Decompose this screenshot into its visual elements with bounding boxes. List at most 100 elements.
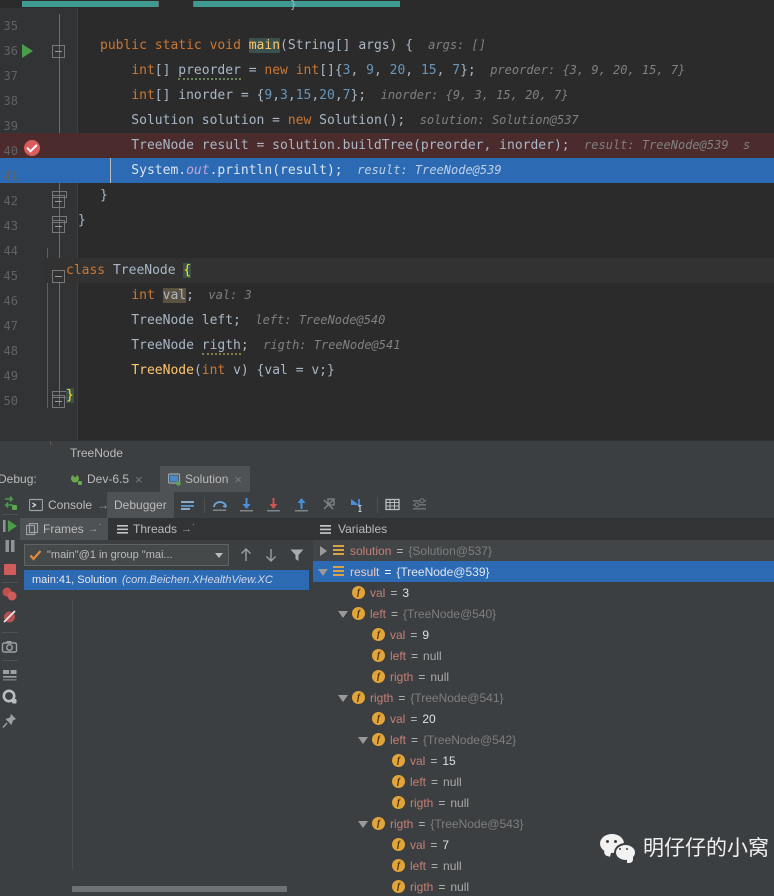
frames-list[interactable]: main:41, Solution (com.Beichen.XHealthVi… [24,570,309,592]
stop-icon[interactable] [1,560,19,578]
code-line-45[interactable]: class TreeNode { [66,258,762,283]
variable-row[interactable]: f val = 3 [313,582,774,603]
variable-row[interactable]: f val = 15 [313,750,774,771]
tab-solution[interactable]: Solution × [160,466,250,492]
scrollbar-thumb[interactable] [72,886,287,892]
force-step-into-icon[interactable] [266,497,282,513]
code-editor[interactable]: } 35 36 37 38 39 40 41 42 43 44 45 46 47… [0,0,774,440]
view-breakpoints-icon[interactable] [1,586,19,604]
get-thread-dump-icon[interactable] [1,638,19,656]
collapse-arrow-icon[interactable] [337,607,350,620]
breakpoint-icon[interactable] [24,140,40,156]
chevron-down-icon[interactable] [215,553,223,558]
code-line-38[interactable]: int[] inorder = {9,3,15,20,7}; inorder: … [100,83,774,108]
variable-row[interactable]: result = {TreeNode@539} [313,561,774,582]
variable-row[interactable]: f left = null [313,771,774,792]
close-icon[interactable]: × [135,472,143,487]
layout-icon[interactable] [1,666,19,684]
code-line-50[interactable]: } [66,383,762,408]
code-line-49[interactable]: TreeNode(int v) {val = v;} [100,358,774,383]
variable-row[interactable]: f rigth = {TreeNode@543} [313,813,774,834]
code-line-36[interactable]: public static void main(String[] args) {… [100,33,774,58]
field-icon: f [352,691,365,704]
variable-row[interactable]: f rigth = null [313,792,774,813]
mute-breakpoints-icon[interactable] [1,608,19,626]
debugger-toolbar[interactable]: Console →˙ Debugger [20,492,774,518]
resume-program-icon[interactable] [1,517,19,535]
code-line-42[interactable]: } [100,183,774,208]
close-icon[interactable]: × [234,472,242,487]
expand-arrow-icon[interactable] [317,544,330,557]
tab-dev-6-5[interactable]: Dev-6.5 × [62,466,151,492]
collapse-arrow-icon[interactable] [357,733,370,746]
pause-program-icon[interactable] [1,537,19,555]
settings-icon[interactable] [1,688,19,706]
tab-threads[interactable]: Threads →˙ [110,518,202,540]
variable-row[interactable]: f left = {TreeNode@540} [313,603,774,624]
step-over-icon[interactable] [212,497,228,513]
variable-row[interactable]: f rigth = null [313,876,774,896]
frames-pane[interactable]: Frames →˙ Threads →˙ "main"@1 in group "… [20,518,313,896]
android-run-icon [70,472,83,486]
filter-frames-icon[interactable] [289,547,305,563]
overflow-indicator[interactable]: →˙ [181,523,196,535]
tab-debugger[interactable]: Debugger [107,492,174,518]
frames-horizontal-scrollbar[interactable] [20,884,313,893]
collapse-arrow-icon[interactable] [317,565,330,578]
run-gutter-icon[interactable] [22,44,33,58]
frame-down-icon[interactable] [263,547,279,563]
variable-row[interactable]: f rigth = null [313,666,774,687]
equals-sign: = [431,774,439,789]
variable-row[interactable]: f left = {TreeNode@542} [313,729,774,750]
variable-value: null [443,858,462,873]
code-line-39[interactable]: Solution solution = new Solution(); solu… [100,108,774,133]
tab-label: Solution [185,472,229,486]
frame-row[interactable]: main:41, Solution (com.Beichen.XHealthVi… [24,570,309,590]
variable-name: left [370,606,387,621]
tab-console[interactable]: Console →˙ [22,492,120,518]
fold-marker-class-end-icon[interactable] [52,216,67,233]
collapse-arrow-icon[interactable] [357,817,370,830]
breadcrumb-item-treenode[interactable]: TreeNode [70,446,123,460]
variable-row[interactable]: f val = 20 [313,708,774,729]
toolbar-divider [204,497,205,513]
drop-frame-icon[interactable] [321,497,337,513]
show-execution-point-icon[interactable] [180,497,196,513]
variable-row[interactable]: f rigth = {TreeNode@541} [313,687,774,708]
variable-value: {TreeNode@542} [423,732,517,747]
variable-value: null [450,795,470,810]
thread-selector[interactable]: "main"@1 in group "mai... [24,544,229,566]
collapse-arrow-icon[interactable] [337,691,350,704]
settings-icon[interactable] [412,497,428,513]
code-line-37[interactable]: int[] preorder = new int[]{3, 9, 20, 15,… [100,58,774,83]
fold-marker-method-icon[interactable] [52,45,65,58]
variable-row[interactable]: f left = null [313,645,774,666]
fold-marker-method-end-icon[interactable] [52,191,67,208]
code-line-41[interactable]: System.out.println(result); result: Tree… [100,158,774,183]
pin-tab-icon[interactable] [1,712,19,730]
breadcrumb[interactable]: TreeNode [0,440,774,466]
rerun-icon[interactable] [1,494,19,512]
overflow-indicator[interactable]: →˙ [88,523,103,535]
debug-tool-window-tabs[interactable]: Debug: Dev-6.5 × Solution × [0,466,774,492]
run-to-cursor-icon[interactable] [349,497,365,513]
variable-row[interactable]: solution = {Solution@537} [313,540,774,561]
debug-action-rail[interactable] [0,492,20,896]
code-line-47[interactable]: TreeNode left; left: TreeNode@540 [100,308,774,333]
tab-frames[interactable]: Frames →˙ [20,518,109,540]
fold-marker-treenode-icon[interactable] [52,270,65,283]
step-out-icon[interactable] [294,497,310,513]
fold-marker-treenode-end-icon[interactable] [52,391,67,408]
code-line-48[interactable]: TreeNode rigth; rigth: TreeNode@541 [100,333,774,358]
evaluate-expression-icon[interactable] [385,497,401,513]
variable-row[interactable]: f val = 9 [313,624,774,645]
code-line-46[interactable]: int val; val: 3 [100,283,774,308]
frame-up-icon[interactable] [238,547,254,563]
code-line-43[interactable]: } [78,208,774,233]
step-into-icon[interactable] [239,497,255,513]
frames-tabbar[interactable]: Frames →˙ Threads →˙ [20,518,313,540]
code-line-40[interactable]: TreeNode result = solution.buildTree(pre… [100,133,774,158]
code-line-44[interactable] [78,233,774,258]
line-number: 39 [3,119,18,133]
